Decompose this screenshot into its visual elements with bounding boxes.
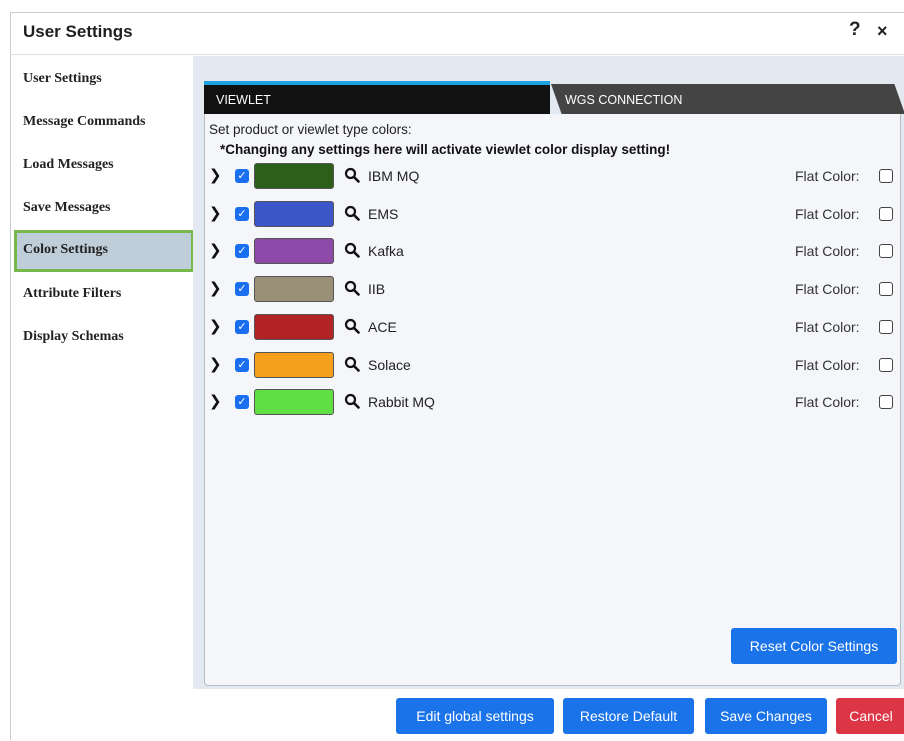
search-icon[interactable] bbox=[344, 318, 360, 334]
color-row: ❯ ✓ Kafka Flat Color: bbox=[205, 234, 900, 268]
color-row-name: IBM MQ bbox=[368, 168, 420, 184]
chevron-right-icon[interactable]: ❯ bbox=[209, 279, 222, 297]
search-icon[interactable] bbox=[344, 356, 360, 372]
color-row: ❯ ✓ IIB Flat Color: bbox=[205, 272, 900, 306]
sidebar: User Settings Message Commands Load Mess… bbox=[11, 56, 194, 689]
color-row: ❯ ✓ EMS Flat Color: bbox=[205, 197, 900, 231]
enable-checkbox[interactable]: ✓ bbox=[235, 395, 249, 410]
flat-color-label: Flat Color: bbox=[795, 318, 860, 335]
flat-color-checkbox[interactable] bbox=[879, 244, 893, 259]
main-content: VIEWLET WGS CONNECTION Set product or vi… bbox=[193, 56, 904, 689]
flat-color-label: Flat Color: bbox=[795, 281, 860, 298]
enable-checkbox[interactable]: ✓ bbox=[235, 357, 249, 372]
color-row: ❯ ✓ Rabbit MQ Flat Color: bbox=[205, 385, 900, 419]
flat-color-checkbox[interactable] bbox=[879, 282, 893, 297]
sidebar-item-display-schemas[interactable]: Display Schemas bbox=[14, 317, 194, 357]
flat-color-checkbox[interactable] bbox=[879, 319, 893, 334]
flat-color-label: Flat Color: bbox=[795, 243, 860, 260]
flat-color-checkbox[interactable] bbox=[879, 395, 893, 410]
panel-warning-text: *Changing any settings here will activat… bbox=[220, 142, 671, 157]
reset-color-settings-button[interactable]: Reset Color Settings bbox=[731, 628, 897, 664]
color-row-name: IIB bbox=[368, 281, 386, 298]
color-swatch[interactable] bbox=[254, 351, 334, 378]
search-icon[interactable] bbox=[344, 242, 360, 259]
flat-color-checkbox[interactable] bbox=[879, 169, 893, 183]
search-icon[interactable] bbox=[344, 393, 360, 409]
color-settings-panel: Set product or viewlet type colors: *Cha… bbox=[204, 114, 901, 686]
color-swatch[interactable] bbox=[254, 200, 334, 227]
enable-checkbox[interactable]: ✓ bbox=[235, 319, 249, 334]
color-swatch[interactable] bbox=[254, 163, 334, 189]
save-changes-button[interactable]: Save Changes bbox=[705, 698, 827, 734]
search-icon[interactable] bbox=[344, 280, 360, 296]
flat-color-checkbox[interactable] bbox=[879, 357, 893, 372]
flat-color-checkbox[interactable] bbox=[879, 206, 893, 221]
color-swatch[interactable] bbox=[254, 389, 334, 416]
enable-checkbox[interactable]: ✓ bbox=[235, 282, 249, 297]
close-icon[interactable]: × bbox=[877, 21, 888, 42]
flat-color-label: Flat Color: bbox=[795, 168, 860, 184]
chevron-right-icon[interactable]: ❯ bbox=[209, 392, 222, 410]
flat-color-label: Flat Color: bbox=[795, 205, 860, 222]
tab-viewlet[interactable]: VIEWLET bbox=[204, 81, 550, 114]
chevron-right-icon[interactable]: ❯ bbox=[209, 204, 222, 222]
color-swatch[interactable] bbox=[254, 238, 334, 265]
restore-default-button[interactable]: Restore Default bbox=[563, 698, 694, 734]
title-bar: User Settings ? × bbox=[11, 13, 904, 55]
flat-color-label: Flat Color: bbox=[795, 356, 860, 373]
tab-wgs-connection[interactable]: WGS CONNECTION bbox=[551, 84, 904, 114]
color-swatch[interactable] bbox=[254, 313, 334, 340]
color-row-name: ACE bbox=[368, 318, 397, 335]
user-settings-dialog: User Settings ? × User Settings Message … bbox=[10, 12, 904, 741]
sidebar-item-message-commands[interactable]: Message Commands bbox=[14, 102, 194, 142]
search-icon[interactable] bbox=[344, 205, 360, 221]
chevron-right-icon[interactable]: ❯ bbox=[209, 241, 222, 259]
chevron-right-icon[interactable]: ❯ bbox=[209, 166, 222, 184]
enable-checkbox[interactable]: ✓ bbox=[235, 206, 249, 221]
sidebar-item-user-settings[interactable]: User Settings bbox=[14, 59, 194, 99]
dialog-footer: Edit global settings Restore Default Sav… bbox=[11, 689, 904, 741]
color-row-name: Solace bbox=[368, 356, 411, 373]
search-icon[interactable] bbox=[344, 167, 360, 183]
enable-checkbox[interactable]: ✓ bbox=[235, 244, 249, 259]
dialog-title: User Settings bbox=[23, 22, 133, 41]
panel-intro-text: Set product or viewlet type colors: bbox=[209, 122, 412, 137]
color-row-name: EMS bbox=[368, 205, 399, 222]
edit-global-settings-button[interactable]: Edit global settings bbox=[396, 698, 554, 734]
sidebar-item-load-messages[interactable]: Load Messages bbox=[14, 145, 194, 185]
chevron-right-icon[interactable]: ❯ bbox=[209, 317, 222, 335]
color-row-name: Rabbit MQ bbox=[368, 394, 435, 411]
color-row: ❯ ✓ ACE Flat Color: bbox=[205, 310, 900, 344]
color-row: ❯ ✓ Solace Flat Color: bbox=[205, 348, 900, 382]
sidebar-item-color-settings[interactable]: Color Settings bbox=[14, 230, 194, 272]
sidebar-item-attribute-filters[interactable]: Attribute Filters bbox=[14, 274, 194, 314]
help-icon[interactable]: ? bbox=[849, 19, 861, 41]
color-row-name: Kafka bbox=[368, 243, 404, 260]
color-swatch[interactable] bbox=[254, 276, 334, 303]
sidebar-item-save-messages[interactable]: Save Messages bbox=[14, 188, 194, 228]
enable-checkbox[interactable]: ✓ bbox=[235, 169, 249, 183]
chevron-right-icon[interactable]: ❯ bbox=[209, 355, 222, 373]
cancel-button[interactable]: Cancel bbox=[836, 698, 904, 734]
flat-color-label: Flat Color: bbox=[795, 394, 860, 411]
color-row: ❯ ✓ IBM MQ Flat Color: bbox=[205, 159, 900, 193]
